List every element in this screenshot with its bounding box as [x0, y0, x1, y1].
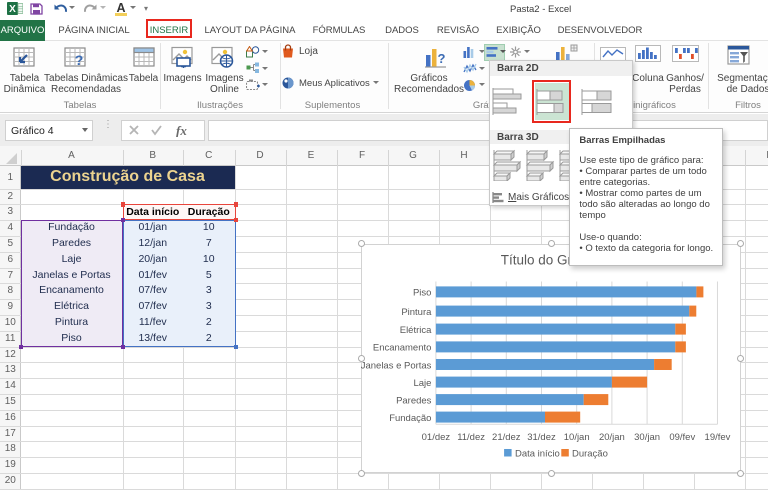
svg-text:10/jan: 10/jan — [564, 432, 590, 443]
svg-text:fx: fx — [176, 124, 187, 137]
svg-text:30/jan: 30/jan — [635, 432, 661, 443]
svg-text:Piso: Piso — [413, 287, 431, 298]
svg-text:?: ? — [75, 52, 84, 68]
svg-text:Duração: Duração — [572, 448, 608, 459]
svg-text:19/fev: 19/fev — [705, 432, 731, 443]
svg-text:21/dez: 21/dez — [492, 432, 521, 443]
svg-text:Pintura: Pintura — [402, 307, 433, 318]
svg-text:Data início: Data início — [515, 448, 560, 459]
svg-text:Janelas e Portas: Janelas e Portas — [361, 360, 432, 371]
svg-text:11/dez: 11/dez — [458, 432, 486, 443]
svg-text:Laje: Laje — [414, 378, 432, 389]
svg-text:Fundação: Fundação — [390, 413, 432, 424]
svg-text:09/fev: 09/fev — [670, 432, 696, 443]
svg-text:?: ? — [438, 51, 446, 66]
svg-text:Paredes: Paredes — [396, 395, 432, 406]
svg-text:20/jan: 20/jan — [599, 432, 625, 443]
svg-text:Encanamento: Encanamento — [373, 342, 432, 353]
svg-text:X: X — [9, 4, 16, 15]
svg-text:31/dez: 31/dez — [528, 432, 557, 443]
svg-text:01/dez: 01/dez — [422, 432, 451, 443]
svg-text:Elétrica: Elétrica — [400, 325, 432, 336]
